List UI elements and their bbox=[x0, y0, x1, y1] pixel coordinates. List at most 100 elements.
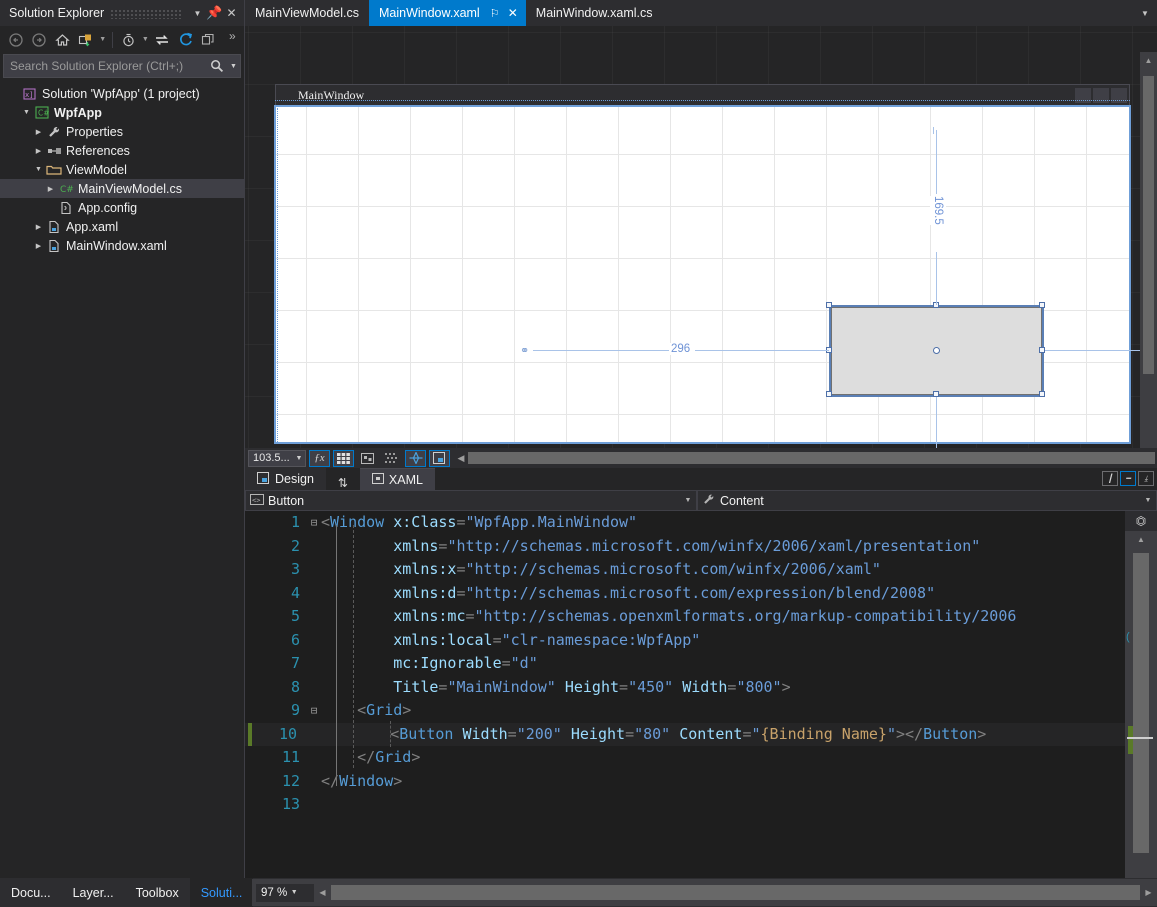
tree-item-wpfapp-project[interactable]: ▼ C# WpfApp bbox=[0, 103, 244, 122]
expander-icon[interactable] bbox=[8, 84, 21, 103]
scroll-up-arrow-icon[interactable]: ▲ bbox=[1140, 52, 1157, 69]
search-solution-explorer[interactable]: ▼ bbox=[3, 54, 241, 78]
expander-icon[interactable]: ▶ bbox=[32, 217, 45, 236]
overflow-icon[interactable]: » bbox=[221, 29, 244, 51]
xaml-designer-surface[interactable]: MainWindow 296 ⚭ 169.5 ▲ bbox=[245, 26, 1157, 448]
xaml-code-editor[interactable]: 1 ⊟ <Window x:Class="WpfApp.MainWindow" 2 x… bbox=[245, 511, 1157, 878]
scroll-up-arrow-icon[interactable]: ▲ bbox=[1125, 531, 1157, 547]
code-line[interactable]: 6 xmlns:local="clr-namespace:WpfApp" bbox=[245, 629, 1125, 653]
scrollbar-thumb[interactable] bbox=[331, 885, 1140, 900]
code-line[interactable]: 2 xmlns="http://schemas.microsoft.com/wi… bbox=[245, 535, 1125, 559]
search-icon[interactable] bbox=[207, 59, 227, 73]
expander-icon[interactable]: ▶ bbox=[44, 179, 57, 198]
chevron-down-icon[interactable]: ▼ bbox=[680, 497, 696, 504]
scroll-left-arrow-icon[interactable]: ◀ bbox=[314, 888, 331, 897]
tree-item-mainviewmodel-cs[interactable]: ▶ C# MainViewModel.cs bbox=[0, 179, 244, 198]
dock-tab-toolbox[interactable]: Toolbox bbox=[125, 878, 190, 907]
designer-horizontal-scrollbar[interactable] bbox=[468, 452, 1155, 464]
designer-toolbar-collapse-icon[interactable]: ◀ bbox=[454, 450, 468, 467]
scrollbar-thumb[interactable] bbox=[1143, 76, 1154, 374]
resize-handle-ne[interactable] bbox=[1039, 302, 1045, 308]
code-line[interactable]: 3 xmlns:x="http://schemas.microsoft.com/… bbox=[245, 558, 1125, 582]
tab-mainviewmodel-cs[interactable]: MainViewModel.cs bbox=[245, 0, 369, 26]
designer-canvas[interactable]: MainWindow 296 ⚭ 169.5 bbox=[245, 26, 1157, 448]
designer-vertical-scrollbar[interactable]: ▲ bbox=[1140, 52, 1157, 448]
anchor-left-icon[interactable]: ⚭ bbox=[520, 344, 529, 357]
horizontal-split-icon[interactable]: ━ bbox=[1120, 471, 1136, 486]
xaml-view-tab[interactable]: XAML bbox=[359, 468, 435, 490]
member-combo[interactable]: Content ▼ bbox=[697, 490, 1157, 511]
type-combo[interactable]: <> Button ▼ bbox=[245, 490, 697, 511]
snap-to-grid-icon[interactable] bbox=[333, 449, 354, 467]
fold-toggle-icon[interactable]: ⊟ bbox=[307, 511, 321, 535]
search-options-caret-icon[interactable]: ▼ bbox=[227, 63, 240, 70]
show-handles-icon[interactable] bbox=[381, 450, 402, 467]
scroll-right-arrow-icon[interactable]: ▶ bbox=[1140, 888, 1157, 897]
expander-icon[interactable]: ▼ bbox=[32, 160, 45, 179]
designer-zoom-combo[interactable]: 103.5... ▼ bbox=[248, 449, 306, 467]
chevron-down-icon[interactable]: ▼ bbox=[293, 455, 305, 462]
solution-views-icon[interactable] bbox=[74, 29, 97, 51]
chevron-down-icon[interactable]: ▼ bbox=[287, 889, 301, 896]
back-icon[interactable] bbox=[4, 29, 27, 51]
forward-icon[interactable] bbox=[27, 29, 50, 51]
code-line[interactable]: 4 xmlns:d="http://schemas.microsoft.com/… bbox=[245, 582, 1125, 606]
solution-views-caret-icon[interactable]: ▼ bbox=[98, 29, 108, 51]
dock-tab-layers[interactable]: Layer... bbox=[62, 878, 125, 907]
pending-changes-caret-icon[interactable]: ▼ bbox=[140, 29, 150, 51]
code-lines-container[interactable]: 1 ⊟ <Window x:Class="WpfApp.MainWindow" 2 x… bbox=[245, 511, 1125, 878]
close-icon[interactable]: ✕ bbox=[223, 4, 240, 22]
dropdown-icon[interactable]: ▼ bbox=[189, 4, 206, 22]
scrollbar-thumb[interactable] bbox=[1133, 553, 1149, 853]
editor-vertical-scrollbar[interactable]: ⏣ ▲ ( bbox=[1125, 511, 1157, 878]
expander-icon[interactable]: ▼ bbox=[20, 103, 33, 122]
vertical-split-icon[interactable]: ┃ bbox=[1102, 471, 1118, 486]
tree-item-app-config[interactable]: App.config bbox=[0, 198, 244, 217]
expander-icon[interactable] bbox=[44, 198, 57, 217]
tab-mainwindow-xaml-cs[interactable]: MainWindow.xaml.cs bbox=[526, 0, 663, 26]
search-input[interactable] bbox=[4, 59, 207, 73]
code-line[interactable]: 7 mc:Ignorable="d" bbox=[245, 652, 1125, 676]
home-icon[interactable] bbox=[51, 29, 74, 51]
resize-handle-sw[interactable] bbox=[826, 391, 832, 397]
design-view-tab[interactable]: Design bbox=[245, 468, 326, 490]
tree-item-mainwindow-xaml[interactable]: ▶ MainWindow.xaml bbox=[0, 236, 244, 255]
sync-with-active-document-icon[interactable] bbox=[150, 29, 173, 51]
code-line[interactable]: 8 Title="MainWindow" Height="450" Width=… bbox=[245, 676, 1125, 700]
tab-overflow-caret-icon[interactable]: ▼ bbox=[1137, 4, 1153, 22]
dock-tab-document-outline[interactable]: Docu... bbox=[0, 878, 62, 907]
resize-handle-se[interactable] bbox=[1039, 391, 1045, 397]
pin-icon[interactable]: 📌 bbox=[206, 4, 223, 22]
collapse-pane-icon[interactable]: ⤓ bbox=[1138, 471, 1154, 486]
swap-panes-icon[interactable]: ⇅ bbox=[326, 476, 360, 490]
enable-project-code-icon[interactable] bbox=[429, 449, 450, 467]
close-tab-icon[interactable]: ✕ bbox=[508, 6, 518, 20]
editor-zoom-combo[interactable]: 97 % ▼ bbox=[256, 883, 314, 902]
effects-icon[interactable]: ƒx bbox=[309, 449, 330, 467]
tree-item-app-xaml[interactable]: ▶ App.xaml bbox=[0, 217, 244, 236]
dock-tab-solution-explorer[interactable]: Soluti... bbox=[189, 878, 254, 907]
tree-item-solution[interactable]: x] Solution 'WpfApp' (1 project) bbox=[0, 84, 244, 103]
fold-toggle-icon[interactable]: ⊟ bbox=[307, 699, 321, 723]
expander-icon[interactable]: ▶ bbox=[32, 122, 45, 141]
snap-to-snaplines-icon[interactable] bbox=[405, 449, 426, 467]
pending-changes-icon[interactable] bbox=[117, 29, 140, 51]
expander-icon[interactable]: ▶ bbox=[32, 236, 45, 255]
refresh-icon[interactable] bbox=[174, 29, 197, 51]
snap-to-gridlines-icon[interactable] bbox=[357, 450, 378, 467]
code-line[interactable]: 12 </Window> bbox=[245, 770, 1125, 794]
code-line[interactable]: 5 xmlns:mc="http://schemas.openxmlformat… bbox=[245, 605, 1125, 629]
code-line[interactable]: 10 <Button Width="200" Height="80" Conte… bbox=[245, 722, 1125, 746]
resize-handle-nw[interactable] bbox=[826, 302, 832, 308]
expander-icon[interactable]: ▶ bbox=[32, 141, 45, 160]
split-editor-icon[interactable]: ⏣ bbox=[1125, 511, 1157, 531]
tree-item-references[interactable]: ▶ References bbox=[0, 141, 244, 160]
chevron-down-icon[interactable]: ▼ bbox=[1140, 497, 1156, 504]
tab-mainwindow-xaml[interactable]: MainWindow.xaml ⚐ ✕ bbox=[368, 0, 526, 26]
collapse-all-icon[interactable] bbox=[197, 29, 220, 51]
code-line[interactable]: 9 ⊟ <Grid> bbox=[245, 699, 1125, 723]
tree-item-properties[interactable]: ▶ Properties bbox=[0, 122, 244, 141]
tree-item-viewmodel-folder[interactable]: ▼ ViewModel bbox=[0, 160, 244, 179]
code-line[interactable]: 1 ⊟ <Window x:Class="WpfApp.MainWindow" bbox=[245, 511, 1125, 535]
code-line[interactable]: 13 bbox=[245, 793, 1125, 817]
